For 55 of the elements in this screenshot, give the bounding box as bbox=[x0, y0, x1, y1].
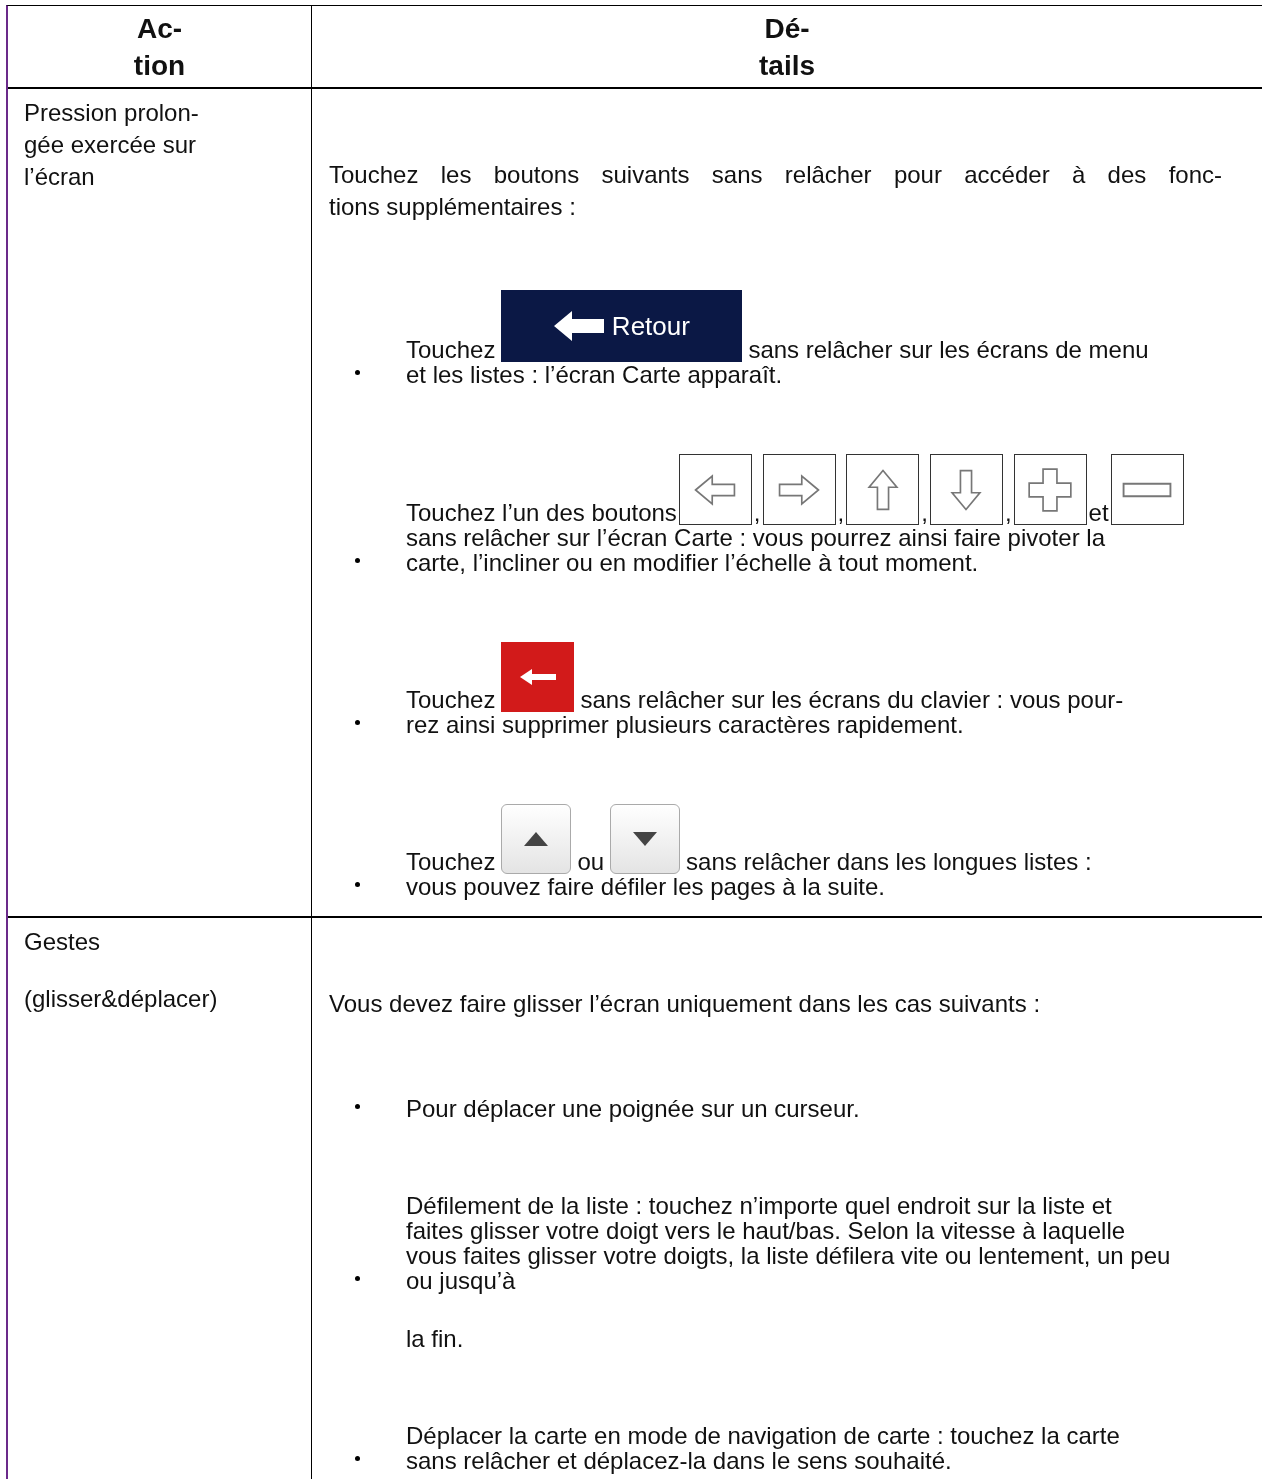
scroll-down-button[interactable] bbox=[610, 804, 681, 874]
triangle-down-icon bbox=[633, 832, 658, 846]
back-button[interactable]: Retour bbox=[501, 290, 743, 362]
scroll-up-button[interactable] bbox=[501, 804, 572, 874]
instruction-text: ou jusqu’à bbox=[406, 1268, 516, 1293]
instruction-text: ou bbox=[577, 849, 605, 874]
down-arrow-button[interactable] bbox=[929, 454, 1003, 525]
instruction-text: Touchez bbox=[406, 337, 496, 362]
intro-text: Vous devez faire glisser l’écran uniquement dans les cas suivants : bbox=[329, 989, 1042, 1019]
instruction-text: rez ainsi supprimer plusieurs caractères rapidement. bbox=[406, 712, 964, 737]
action-text: Pression prolon- gée exercée sur l’écran bbox=[24, 98, 200, 192]
bullet-icon bbox=[355, 720, 360, 725]
instruction-text: faites glisser votre doigt vers le haut/bas. Selon la vitesse à laquelle bbox=[406, 1218, 1126, 1243]
bullet-icon bbox=[355, 370, 360, 375]
instruction-text: Pour déplacer une poignée sur un curseur. bbox=[406, 1096, 860, 1121]
instruction-text: , bbox=[1004, 500, 1012, 525]
bullet-icon bbox=[355, 558, 360, 563]
instruction-text: sans relâcher dans les longues listes : bbox=[686, 849, 1092, 874]
instruction-text: sans relâcher et déplacez-la dans le sens souhaité. bbox=[406, 1448, 952, 1473]
instruction-text: carte, l’incliner ou en modifier l’échelle à tout moment. bbox=[406, 550, 979, 575]
instruction-text: , bbox=[753, 500, 761, 525]
action-text: Gestes bbox=[24, 927, 102, 957]
zoom-in-button[interactable] bbox=[1013, 454, 1087, 525]
instruction-text: la fin. bbox=[406, 1326, 465, 1351]
back-arrow-icon bbox=[553, 311, 604, 341]
delete-button[interactable] bbox=[501, 642, 575, 712]
instruction-text: sans relâcher sur l’écran Carte : vous pourrez ainsi faire pivoter la bbox=[406, 525, 1105, 550]
instruction-text: Touchez bbox=[406, 687, 496, 712]
instruction-text: vous faites glisser votre doigts, la liste défilera vite ou lentement, un peu bbox=[406, 1243, 1171, 1268]
intro-text: Touchez les boutons suivants sans relâcher pour accéder à des fonc- tions supplémentaires : bbox=[329, 160, 1222, 222]
column-header: Dé- tails bbox=[759, 11, 815, 83]
instruction-text: Défilement de la liste : touchez n’importe quel endroit sur la liste et bbox=[406, 1193, 1112, 1218]
zoom-out-button[interactable] bbox=[1110, 454, 1184, 525]
action-text: (glisser&déplacer) bbox=[24, 984, 219, 1014]
bullet-icon bbox=[355, 1456, 360, 1461]
instruction-text: , bbox=[921, 500, 928, 525]
instruction-text: vous pouvez faire défiler les pages à la suite. bbox=[406, 874, 885, 899]
instruction-text: sans relâcher sur les écrans du clavier : vous pour- bbox=[580, 687, 1124, 712]
instruction-text: et les listes : l’écran Carte apparaît. bbox=[406, 362, 783, 387]
instruction-text: Touchez l’un des boutons bbox=[406, 500, 677, 525]
instruction-text: Touchez bbox=[406, 849, 496, 874]
bullet-icon bbox=[355, 882, 360, 887]
triangle-up-icon bbox=[524, 832, 549, 846]
back-arrow-icon bbox=[519, 669, 556, 685]
left-arrow-button[interactable] bbox=[678, 454, 752, 525]
column-header: Ac- tion bbox=[133, 11, 186, 83]
bullet-icon bbox=[355, 1276, 360, 1281]
right-arrow-button[interactable] bbox=[762, 454, 836, 525]
up-arrow-button[interactable] bbox=[846, 454, 920, 525]
minus-icon bbox=[1122, 481, 1173, 498]
instruction-text: sans relâcher sur les écrans de menu bbox=[748, 337, 1149, 362]
bullet-icon bbox=[355, 1104, 360, 1109]
instruction-text: Déplacer la carte en mode de navigation de carte : touchez la carte bbox=[406, 1423, 1120, 1448]
instruction-text: et bbox=[1088, 500, 1109, 525]
instruction-text: , bbox=[837, 500, 845, 525]
